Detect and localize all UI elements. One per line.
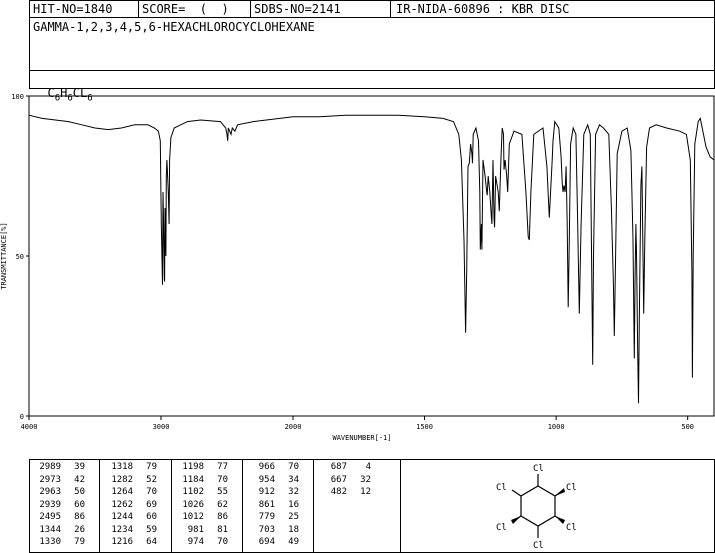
wedge-bond-3	[511, 516, 521, 524]
peak-wavenumber: 912	[258, 487, 275, 497]
peak-transmittance: 77	[217, 462, 228, 472]
peak-wavenumber: 2963	[39, 487, 61, 497]
peak-wavenumber: 1026	[182, 499, 204, 510]
x-tick-label: 500	[681, 423, 694, 431]
peak-transmittance: 70	[146, 487, 157, 497]
peak-wavenumber: 1234	[111, 524, 133, 535]
y-tick-label: 0	[20, 413, 24, 421]
peak-transmittance: 39	[74, 462, 85, 472]
peak-wavenumber: 2989	[39, 462, 61, 472]
peak-wavenumber: 1282	[111, 474, 133, 485]
ir-spectrum-chart: 100500 4000 3000 2000 1500 1000 500 TRANSMITT…	[0, 93, 715, 442]
peak-wavenumber: 687	[330, 462, 347, 472]
peak-transmittance: 26	[74, 524, 85, 535]
peak-wavenumber: 1262	[111, 499, 133, 510]
peak-transmittance: 86	[217, 512, 228, 522]
peak-transmittance: 4	[365, 462, 371, 472]
plot-frame	[28, 95, 715, 417]
peak-transmittance: 64	[146, 537, 157, 547]
peak-transmittance: 49	[288, 537, 299, 547]
cl-atom-4: Cl	[533, 541, 544, 551]
peak-transmittance: 70	[288, 462, 299, 472]
wedge-bond-1	[555, 488, 565, 496]
peak-wavenumber: 2973	[39, 474, 61, 485]
peak-wavenumber: 694	[258, 537, 275, 547]
peak-wavenumber: 974	[187, 537, 204, 547]
cl-atom-1: Cl	[533, 464, 544, 474]
peak-transmittance: 18	[288, 524, 299, 535]
spectrum-line	[28, 114, 715, 404]
peak-transmittance: 70	[217, 537, 228, 547]
peak-transmittance: 62	[217, 499, 228, 510]
peak-wavenumber: 1102	[182, 487, 204, 497]
peak-wavenumber: 981	[187, 524, 204, 535]
peak-transmittance: 52	[146, 474, 157, 485]
peak-transmittance: 79	[74, 537, 85, 547]
x-tick-label: 4000	[21, 423, 38, 431]
peak-wavenumber: 667	[330, 474, 347, 485]
peak-transmittance: 60	[146, 512, 157, 522]
bond-c6-cl	[511, 489, 522, 497]
peak-wavenumber: 1330	[39, 537, 61, 547]
peak-transmittance: 32	[288, 487, 299, 497]
peak-transmittance: 25	[288, 512, 299, 522]
peak-wavenumber: 779	[258, 512, 275, 522]
y-tick-label: 100	[11, 93, 24, 101]
peak-wavenumber: 1344	[39, 524, 61, 535]
peak-wavenumber: 1012	[182, 512, 204, 522]
x-axis-label: WAVENUMBER[-1]	[332, 434, 391, 442]
peak-transmittance: 59	[146, 524, 157, 535]
peak-column-divider	[99, 459, 100, 553]
peak-wavenumber: 1318	[111, 462, 133, 472]
peak-transmittance: 34	[288, 474, 299, 485]
cyclohexane-ring	[520, 485, 556, 527]
y-axis-label: TRANSMITTANCE[%]	[0, 222, 8, 289]
peak-transmittance: 60	[74, 499, 85, 510]
peak-wavenumber: 1244	[111, 512, 133, 522]
molecule-structure: Cl Cl Cl Cl Cl Cl	[496, 464, 577, 551]
peak-transmittance: 12	[360, 487, 371, 497]
peak-wavenumber: 1198	[182, 462, 204, 472]
peak-transmittance: 42	[74, 474, 85, 485]
peak-transmittance: 69	[146, 499, 157, 510]
peak-wavenumber: 1264	[111, 487, 133, 497]
peak-transmittance: 81	[217, 524, 228, 535]
x-tick-label: 3000	[153, 423, 170, 431]
x-tick-label: 1000	[548, 423, 565, 431]
cl-atom-2: Cl	[566, 483, 577, 493]
peak-wavenumber: 1216	[111, 537, 133, 547]
peak-transmittance: 70	[217, 474, 228, 485]
peak-transmittance: 79	[146, 462, 157, 472]
peak-wavenumber: 2939	[39, 499, 61, 510]
x-tick-label: 1500	[416, 423, 433, 431]
peak-column-divider	[171, 459, 172, 553]
peak-column-divider	[242, 459, 243, 553]
peak-wavenumber: 703	[258, 524, 275, 535]
peak-transmittance: 16	[288, 499, 299, 510]
peak-wavenumber: 861	[258, 499, 275, 510]
peak-transmittance: 55	[217, 487, 228, 497]
peak-wavenumber: 1184	[182, 474, 204, 485]
peak-transmittance: 86	[74, 512, 85, 522]
cl-atom-6: Cl	[496, 483, 507, 493]
peak-wavenumber: 966	[258, 462, 275, 472]
peak-wavenumber: 2495	[39, 512, 61, 522]
cl-atom-5: Cl	[496, 523, 507, 533]
peak-column-divider	[313, 459, 314, 553]
peak-transmittance: 32	[360, 474, 371, 485]
peak-transmittance: 50	[74, 487, 85, 497]
x-tick-label: 2000	[285, 423, 302, 431]
y-tick-label: 50	[16, 253, 24, 261]
wedge-bond-2	[555, 516, 565, 524]
peak-wavenumber: 482	[330, 487, 347, 497]
cl-atom-3: Cl	[566, 523, 577, 533]
peak-wavenumber: 954	[258, 474, 275, 485]
